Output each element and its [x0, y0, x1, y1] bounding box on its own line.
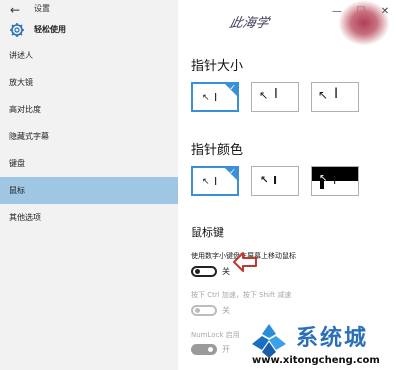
- numlock-label: NumLock 启用: [191, 331, 240, 339]
- sidebar-item-narrator[interactable]: 讲述人: [0, 42, 178, 69]
- toggle-knob: [195, 308, 200, 313]
- arrow-cursor-icon: ↖: [318, 88, 329, 102]
- pointer-size-medium-option[interactable]: ↖ I: [251, 82, 299, 112]
- sidebar-item-mouse[interactable]: 鼠标: [0, 177, 178, 204]
- watermark-brand: 系统城: [296, 326, 369, 351]
- use-numpad-state: 关: [222, 267, 230, 276]
- watermark-url: www.xitongcheng.com: [252, 355, 380, 366]
- text-cursor-icon: I: [274, 87, 278, 102]
- pointer-color-black-option[interactable]: ↖ I: [251, 166, 299, 196]
- arrow-cursor-icon: ↖: [260, 175, 269, 186]
- text-cursor-icon: I: [214, 91, 218, 104]
- text-cursor-icon: I: [214, 175, 218, 188]
- text-cursor-icon: I: [273, 174, 278, 187]
- sidebar-nav: 讲述人 放大镜 高对比度 隐藏式字幕 键盘 鼠标 其他选项: [0, 42, 178, 231]
- sidebar-item-other-options[interactable]: 其他选项: [0, 204, 178, 231]
- arrow-cursor-icon: ↖: [202, 177, 210, 187]
- page-header: 轻松使用: [0, 20, 178, 42]
- check-icon: ✓: [229, 167, 236, 176]
- ctrl-shift-label: 按下 Ctrl 加速，按下 Shift 减速: [191, 291, 292, 299]
- arrow-cursor-icon: ↖: [259, 89, 269, 102]
- toggle-knob: [195, 269, 200, 274]
- page-title: 轻松使用: [34, 25, 66, 34]
- back-arrow-icon[interactable]: ←: [10, 3, 20, 17]
- use-numpad-toggle[interactable]: [191, 266, 217, 277]
- arrow-cursor-icon: ↖: [202, 93, 210, 103]
- gear-icon: [10, 23, 24, 37]
- ctrl-shift-toggle[interactable]: [191, 305, 217, 316]
- mouse-keys-title: 鼠标键: [191, 226, 224, 239]
- numlock-toggle[interactable]: [191, 344, 217, 355]
- sidebar-item-magnifier[interactable]: 放大镜: [0, 69, 178, 96]
- pointer-size-small-option[interactable]: ↖ I ✓: [191, 82, 239, 112]
- pointer-color-white-option[interactable]: ↖ I ✓: [191, 166, 239, 196]
- left-arrow-annotation-icon: [233, 252, 257, 272]
- sidebar-item-keyboard[interactable]: 键盘: [0, 150, 178, 177]
- ctrl-shift-state: 关: [222, 306, 230, 315]
- watermark-top: 此海学: [227, 16, 271, 31]
- toggle-knob: [208, 347, 213, 352]
- check-icon: ✓: [229, 83, 236, 92]
- window-title: 设置: [34, 4, 50, 13]
- pointer-color-inverted-option[interactable]: ↖ I: [311, 166, 359, 196]
- numlock-state: 开: [222, 345, 230, 354]
- blurred-avatar: [338, 0, 390, 46]
- pointer-color-title: 指针颜色: [191, 143, 244, 158]
- sidebar-item-closed-captions[interactable]: 隐藏式字幕: [0, 123, 178, 150]
- arrow-cursor-icon: ↖: [319, 173, 328, 184]
- sidebar-item-high-contrast[interactable]: 高对比度: [0, 96, 178, 123]
- pointer-size-large-option[interactable]: ↖ I: [311, 82, 359, 112]
- pointer-size-title: 指针大小: [191, 59, 244, 74]
- text-cursor-icon: I: [334, 86, 339, 102]
- sidebar-panel: ← 设置 轻松使用 讲述人 放大镜 高对比度 隐藏式字幕 键盘 鼠标 其他选项: [0, 0, 178, 370]
- title-bar: ← 设置: [0, 0, 178, 22]
- text-cursor-icon: I: [333, 174, 337, 187]
